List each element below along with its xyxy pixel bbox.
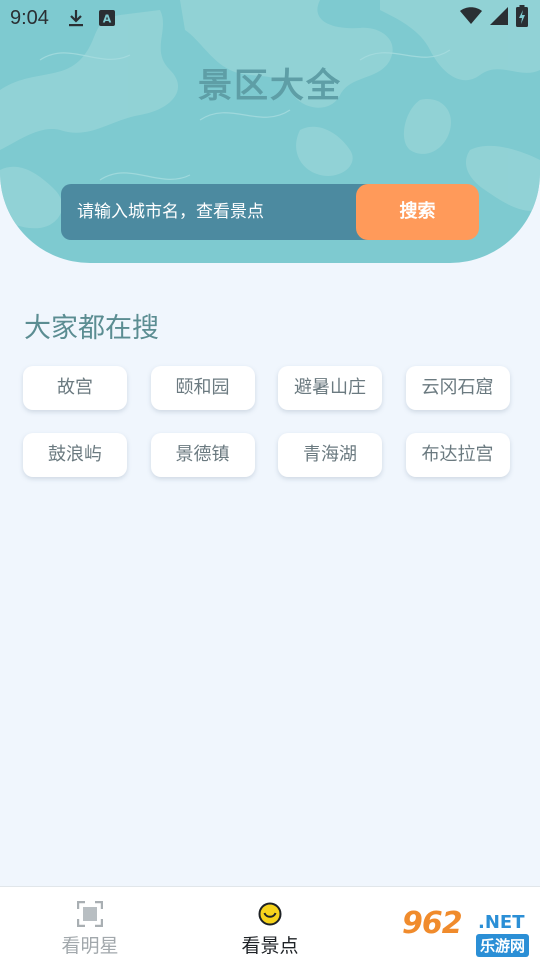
tag-button[interactable]: 云冈石窟 <box>405 366 510 410</box>
a-text-icon: A <box>98 10 115 26</box>
search-button[interactable]: 搜索 <box>356 184 479 240</box>
status-bar: 9:04 A <box>0 0 540 36</box>
tag-button[interactable]: 鼓浪屿 <box>23 433 127 477</box>
tag-button[interactable]: 避暑山庄 <box>278 366 382 410</box>
tag-button[interactable]: 布达拉宫 <box>405 433 510 477</box>
nav-item-scenic[interactable]: 看景点 <box>180 887 360 960</box>
watermark-site-name: 乐游网 <box>476 934 530 957</box>
nav-label: 看明星 <box>61 935 119 957</box>
signal-icon <box>490 6 508 30</box>
nav-label: 看景点 <box>241 935 299 957</box>
popular-searches-title: 大家都在搜 <box>24 313 159 344</box>
search-bar: 请输入城市名，查看景点 搜索 <box>61 184 479 240</box>
scan-frame-icon <box>77 901 103 927</box>
status-right-icons <box>460 4 528 32</box>
city-search-input[interactable]: 请输入城市名，查看景点 <box>61 184 371 240</box>
tag-button[interactable]: 颐和园 <box>150 366 255 410</box>
tag-button[interactable]: 青海湖 <box>278 433 382 477</box>
popular-tags-grid: 故宫 颐和园 避暑山庄 云冈石窟 鼓浪屿 景德镇 青海湖 布达拉宫 <box>23 366 515 477</box>
smiley-icon <box>258 901 282 927</box>
nav-item-stars[interactable]: 看明星 <box>0 887 180 960</box>
tag-button[interactable]: 故宫 <box>23 366 127 410</box>
download-icon <box>67 8 85 28</box>
page-title: 景区大全 <box>198 66 342 106</box>
watermark-domain: .NET <box>478 912 525 933</box>
svg-text:A: A <box>103 13 112 26</box>
status-time: 9:04 <box>10 6 49 29</box>
battery-charging-icon <box>516 4 528 32</box>
app-screen: 9:04 A 景区大全 请输入城市名，查看景点 搜索 大家都在搜 故宫 颐和园 … <box>0 0 540 960</box>
tag-button[interactable]: 景德镇 <box>150 433 255 477</box>
watermark-number: 962 <box>402 906 463 941</box>
wifi-icon <box>460 6 482 30</box>
site-watermark: 962 .NET 乐游网 <box>398 900 540 960</box>
